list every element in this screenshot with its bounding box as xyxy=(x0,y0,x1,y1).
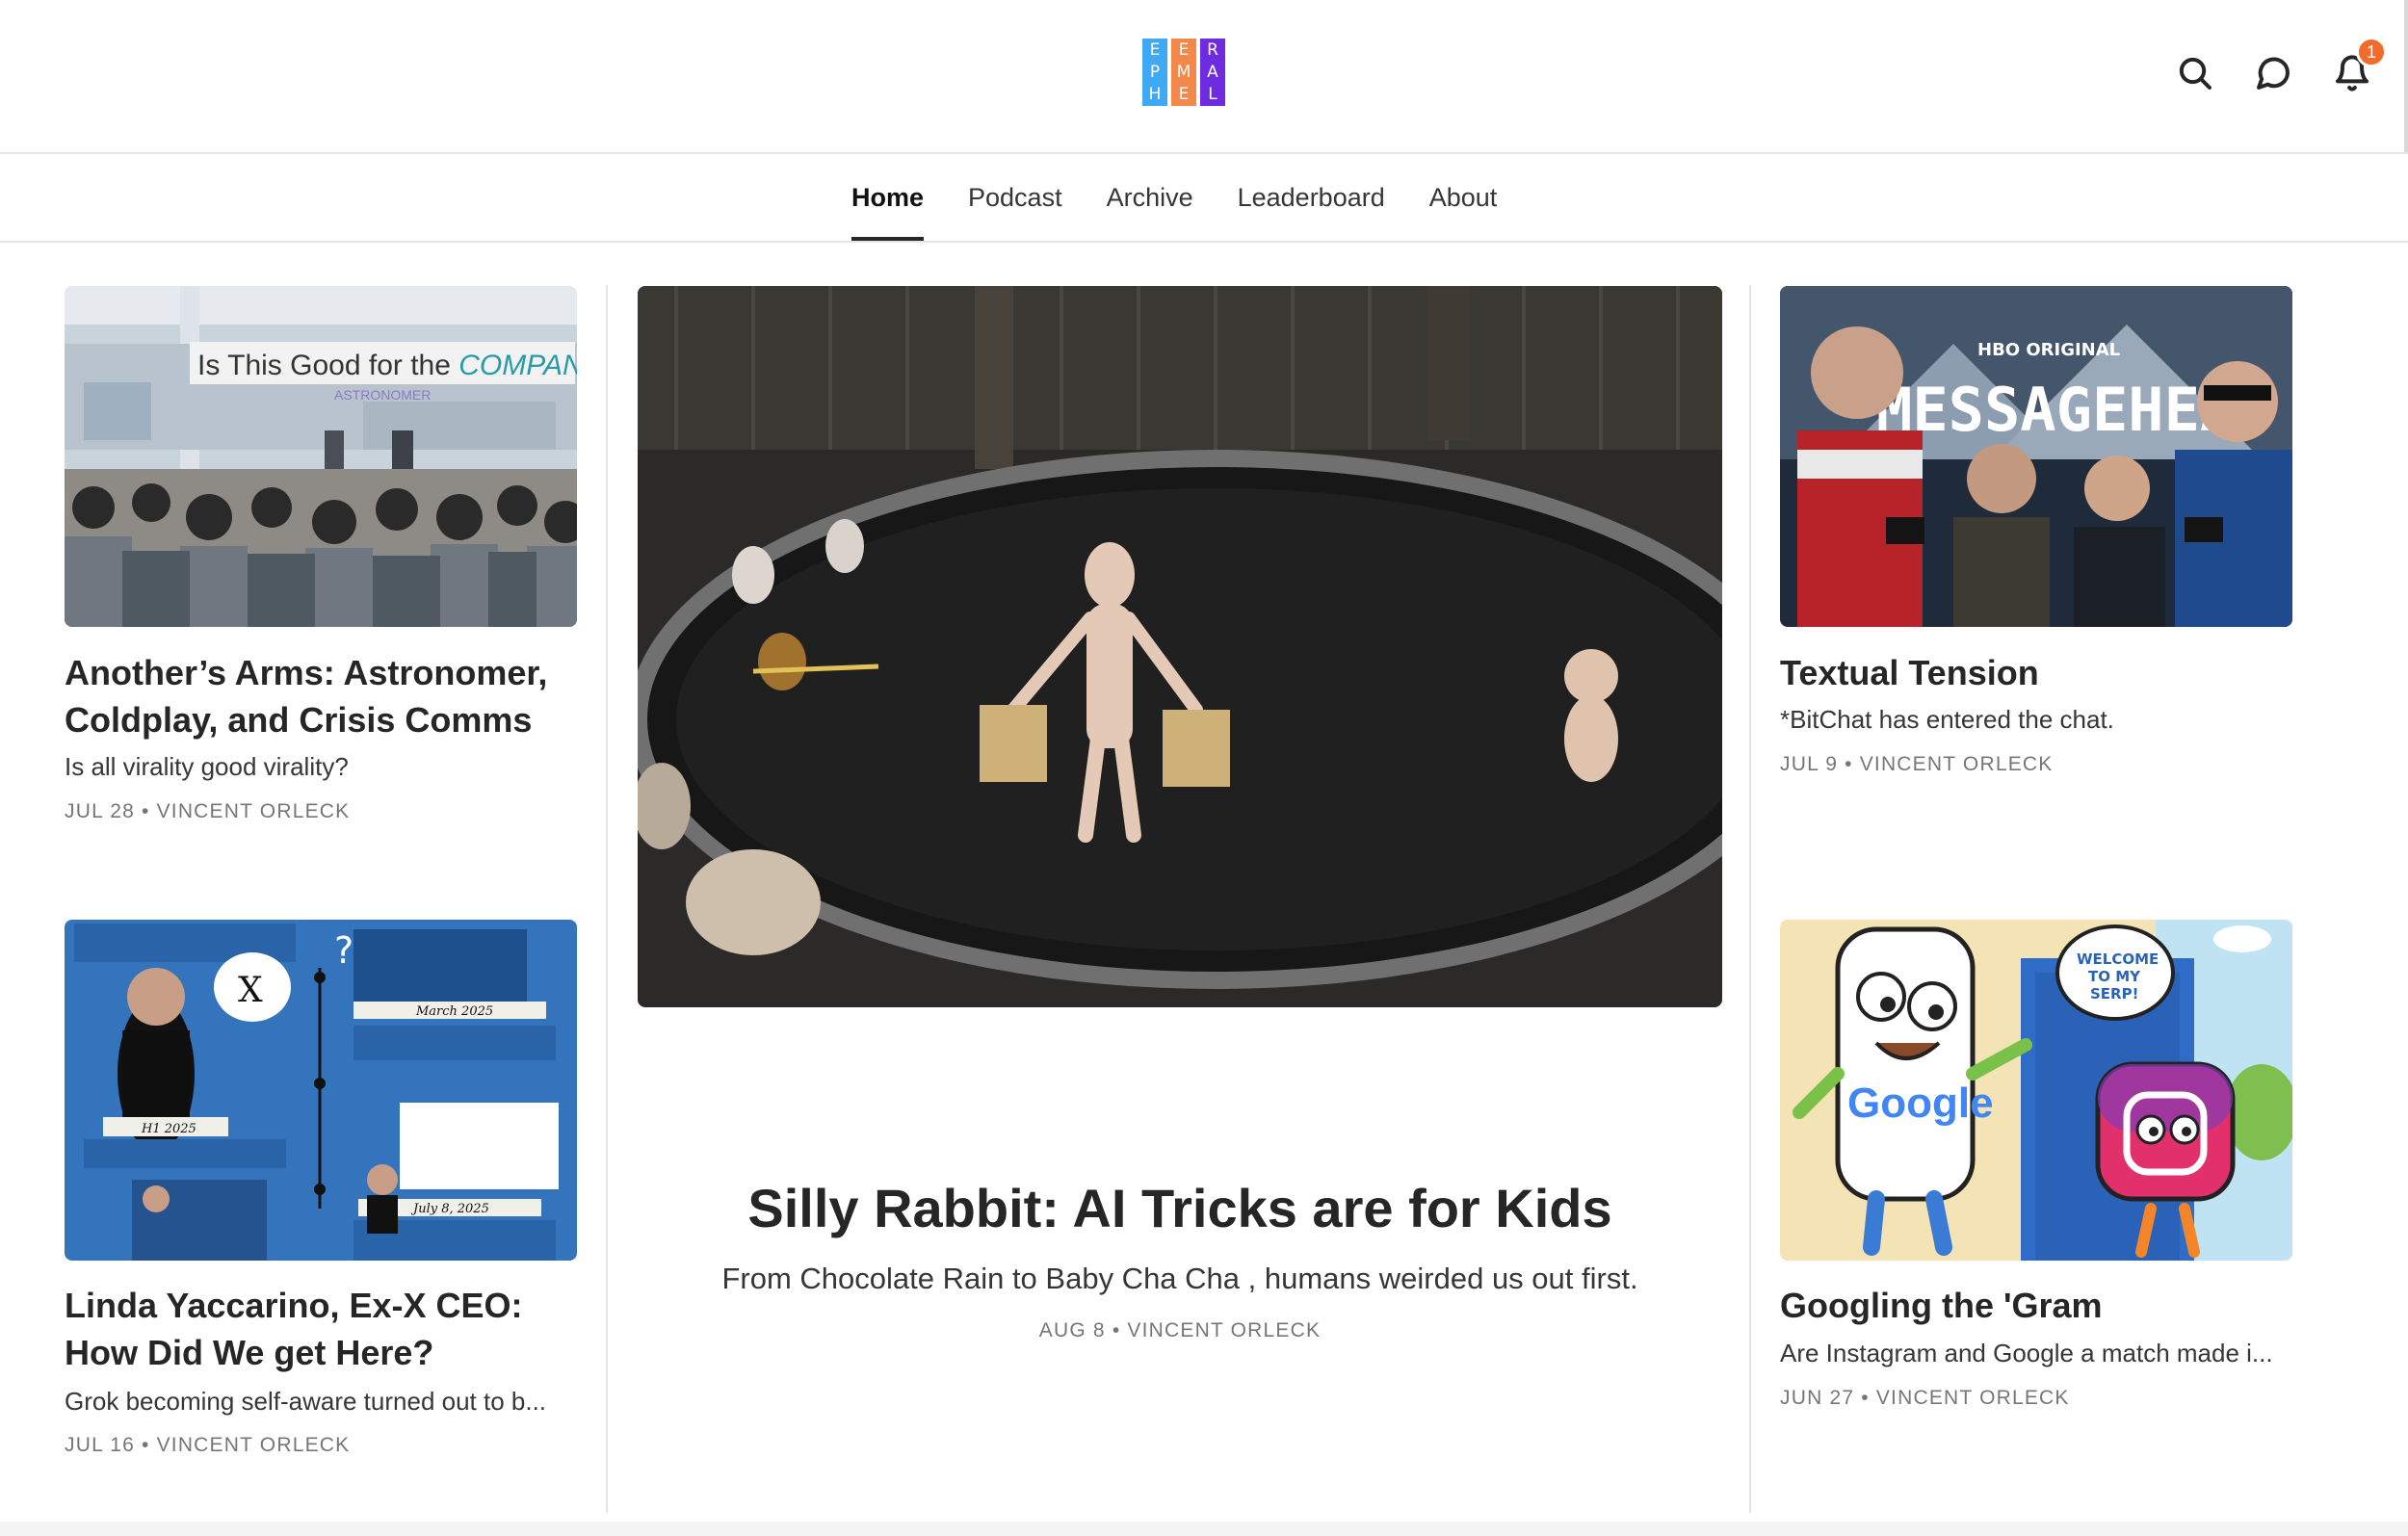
post-meta-silly-rabbit: AUG 8 • VINCENT ORLECK xyxy=(1038,1319,1322,1341)
nav-tab-leaderboard[interactable]: Leaderboard xyxy=(1238,154,1385,241)
post-meta-textual-tension: JUL 9 • VINCENT ORLECK xyxy=(1780,753,2054,775)
svg-text:July 8, 2025: July 8, 2025 xyxy=(410,1202,489,1216)
post-title-astronomer[interactable]: Another’s Arms: Astronomer, Coldplay, an… xyxy=(65,649,589,743)
post-subtitle-textual-tension: *BitChat has entered the chat. xyxy=(1780,705,2114,734)
chat-icon xyxy=(2257,57,2290,90)
svg-text:SERP!: SERP! xyxy=(2090,985,2138,1002)
post-subtitle-astronomer: Is all virality good virality? xyxy=(65,752,349,781)
post-image-silly-rabbit[interactable] xyxy=(638,286,1722,1007)
logo-column-1: E P H xyxy=(1142,39,1167,106)
site-header: E P H E M E R A L 1 xyxy=(0,0,2408,154)
nav-tab-archive[interactable]: Archive xyxy=(1107,154,1193,241)
notifications-button[interactable]: 1 xyxy=(2329,37,2387,96)
post-image-yaccarino[interactable]: X ? ? ? H1 2025 March 2025 July 8, 2025 xyxy=(65,920,577,1261)
post-title-textual-tension[interactable]: Textual Tension xyxy=(1780,649,2305,696)
post-subtitle-googling-gram: Are Instagram and Google a match made i.… xyxy=(1780,1339,2273,1367)
nav-tab-about[interactable]: About xyxy=(1429,154,1498,241)
svg-text:Is This Good for the COMPANY: Is This Good for the COMPANY xyxy=(197,350,577,381)
post-meta-googling-gram: JUN 27 • VINCENT ORLECK xyxy=(1780,1387,2070,1409)
notification-badge: 1 xyxy=(2356,37,2387,67)
chat-button[interactable] xyxy=(2250,50,2296,96)
post-image-astronomer[interactable]: Is This Good for the COMPANY ASTRONOMER xyxy=(65,286,577,627)
page-bottom-strip xyxy=(0,1522,2408,1536)
site-logo[interactable]: E P H E M E R A L xyxy=(1142,39,1225,106)
svg-text:TO MY: TO MY xyxy=(2088,968,2141,985)
svg-text:Google: Google xyxy=(1847,1080,1994,1127)
post-meta-yaccarino: JUL 16 • VINCENT ORLECK xyxy=(65,1434,351,1456)
post-title-googling-gram[interactable]: Googling the 'Gram xyxy=(1780,1282,2305,1329)
post-image-textual-tension[interactable]: HBO ORIGINAL MESSAGEHEAD xyxy=(1780,286,2292,627)
post-subtitle-yaccarino: Grok becoming self-aware turned out to b… xyxy=(65,1387,547,1416)
svg-text:WELCOME: WELCOME xyxy=(2077,950,2159,968)
column-divider xyxy=(606,285,608,1513)
column-divider xyxy=(1749,285,1751,1513)
main-nav: Home Podcast Archive Leaderboard About xyxy=(0,154,2408,243)
nav-tab-podcast[interactable]: Podcast xyxy=(968,154,1062,241)
svg-text:HBO ORIGINAL: HBO ORIGINAL xyxy=(1977,340,2120,360)
svg-text:ASTRONOMER: ASTRONOMER xyxy=(334,387,431,403)
post-title-silly-rabbit[interactable]: Silly Rabbit: AI Tricks are for Kids xyxy=(638,1177,1722,1239)
post-title-yaccarino[interactable]: Linda Yaccarino, Ex-X CEO: How Did We ge… xyxy=(65,1282,589,1376)
post-image-googling-gram[interactable]: Google WELCOME TO MY SERP! xyxy=(1780,920,2292,1261)
logo-column-3: R A L xyxy=(1200,39,1225,106)
post-subtitle-silly-rabbit: From Chocolate Rain to Baby Cha Cha , hu… xyxy=(721,1262,1638,1295)
post-meta-astronomer: JUL 28 • VINCENT ORLECK xyxy=(65,800,351,822)
svg-text:X: X xyxy=(238,971,263,1010)
search-icon xyxy=(2179,57,2212,90)
nav-tab-home[interactable]: Home xyxy=(851,154,925,241)
search-button[interactable] xyxy=(2172,50,2218,96)
svg-text:H1 2025: H1 2025 xyxy=(141,1122,196,1136)
logo-column-2: E M E xyxy=(1171,39,1196,106)
svg-text:March 2025: March 2025 xyxy=(415,1004,493,1019)
scrollbar[interactable] xyxy=(2404,0,2408,152)
